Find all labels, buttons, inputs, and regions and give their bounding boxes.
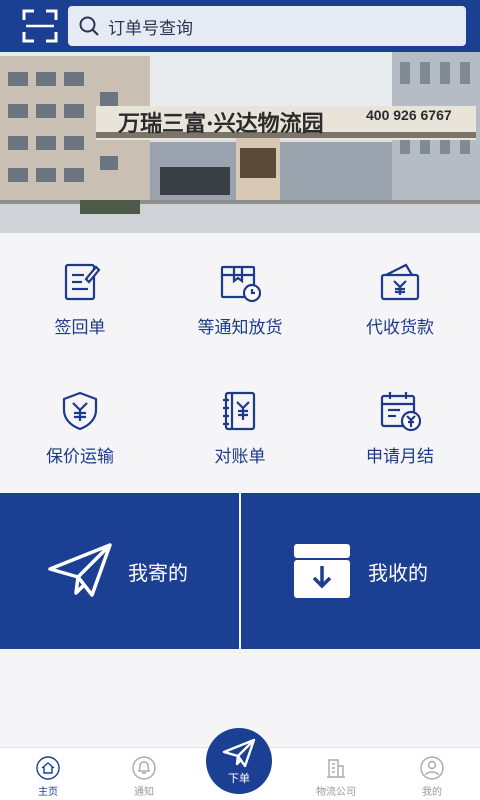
nav-label: 通知 (134, 787, 154, 798)
bell-icon (132, 756, 156, 780)
service-label: 代收货款 (366, 318, 434, 338)
nav-label: 我的 (422, 787, 442, 798)
tile-my-sent[interactable]: 我寄的 (0, 493, 239, 649)
service-monthly-settlement[interactable]: 申请月结 (320, 362, 480, 491)
nav-label: 物流公司 (316, 787, 356, 798)
user-icon (420, 756, 444, 780)
search-placeholder: 订单号查询 (108, 18, 193, 39)
service-grid: 签回单 等通知放货 代收货款 保价运输 对账单 申请月结 (0, 233, 480, 491)
scan-icon[interactable] (22, 9, 58, 43)
paper-plane-icon (48, 543, 112, 597)
gate-phone: 400 926 6767 (366, 107, 452, 123)
monthly-settle-calendar-icon (380, 392, 422, 432)
building-icon (327, 759, 345, 778)
search-input[interactable]: 订单号查询 (68, 6, 466, 46)
inbox-package-icon (294, 544, 350, 598)
logistics-park-gate-photo: 万瑞三富·兴达物流园 400 926 6767 (0, 52, 480, 233)
service-insured-transport[interactable]: 保价运输 (0, 362, 160, 491)
service-label: 申请月结 (366, 447, 434, 467)
statement-book-icon (223, 391, 256, 431)
service-statement[interactable]: 对账单 (160, 362, 320, 491)
nav-mine[interactable]: 我的 (392, 748, 472, 800)
signed-receipt-icon (64, 263, 101, 301)
collect-payment-wallet-icon (380, 263, 420, 301)
home-icon (36, 756, 60, 780)
insured-shield-icon (62, 391, 98, 431)
tile-my-received[interactable]: 我收的 (241, 493, 480, 649)
nav-notifications[interactable]: 通知 (104, 748, 184, 800)
service-label: 签回单 (54, 318, 106, 338)
nav-logistics-companies[interactable]: 物流公司 (296, 748, 376, 800)
tile-received-label: 我收的 (368, 560, 428, 585)
nav-label: 下单 (228, 772, 250, 785)
wait-notify-box-icon (220, 265, 262, 303)
banner-image[interactable]: 万瑞三富·兴达物流园 400 926 6767 (0, 52, 480, 233)
service-label: 保价运输 (46, 447, 114, 467)
service-label: 对账单 (214, 447, 266, 467)
paper-plane-icon (222, 738, 256, 768)
nav-home[interactable]: 主页 (8, 748, 88, 800)
nav-label: 主页 (38, 787, 58, 798)
tile-sent-label: 我寄的 (128, 560, 188, 585)
service-label: 等通知放货 (197, 318, 283, 338)
search-icon (79, 16, 99, 36)
nav-place-order-button[interactable]: 下单 (206, 728, 272, 794)
service-signed-receipt[interactable]: 签回单 (0, 233, 160, 362)
service-collect-payment[interactable]: 代收货款 (320, 233, 480, 362)
gate-sign-text: 万瑞三富·兴达物流园 (117, 111, 324, 137)
service-wait-notify[interactable]: 等通知放货 (160, 233, 320, 362)
top-bar: 订单号查询 (0, 0, 480, 52)
